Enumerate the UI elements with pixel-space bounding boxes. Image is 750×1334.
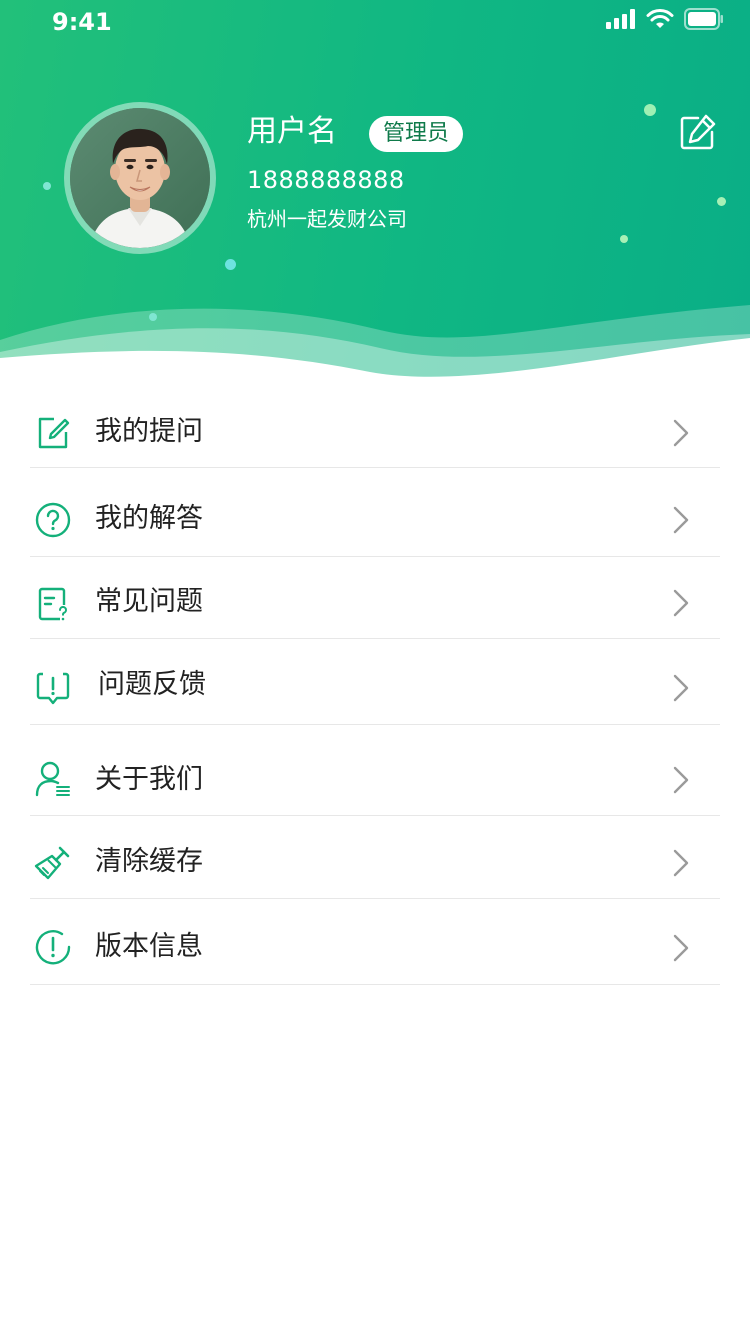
decor-dot bbox=[43, 182, 51, 190]
avatar bbox=[70, 108, 210, 248]
username: 用户名 bbox=[247, 114, 337, 149]
decor-dot bbox=[149, 313, 157, 321]
avatar-portrait bbox=[70, 108, 210, 248]
info-circle-icon bbox=[35, 930, 71, 965]
menu-label: 常见问题 bbox=[95, 586, 203, 617]
decor-dot bbox=[225, 259, 236, 270]
battery-icon bbox=[684, 8, 723, 30]
menu-item-my-answers[interactable]: 我的解答 bbox=[30, 468, 720, 557]
signal-icon bbox=[606, 9, 635, 29]
chevron-right-icon bbox=[673, 419, 689, 447]
menu-label: 问题反馈 bbox=[98, 669, 206, 700]
edit-profile-button[interactable] bbox=[676, 112, 718, 154]
menu-item-faq[interactable]: 常见问题 bbox=[30, 557, 720, 639]
status-bar: 9:41 bbox=[0, 0, 750, 44]
chevron-right-icon bbox=[673, 934, 689, 962]
decor-dot bbox=[717, 197, 726, 206]
status-icons bbox=[606, 8, 724, 30]
menu-label: 我的提问 bbox=[95, 416, 203, 447]
status-time: 9:41 bbox=[52, 8, 112, 36]
menu-item-feedback[interactable]: 问题反馈 bbox=[30, 639, 720, 725]
menu-item-about-us[interactable]: 关于我们 bbox=[30, 725, 720, 816]
question-circle-icon bbox=[35, 502, 71, 538]
chevron-right-icon bbox=[673, 849, 689, 877]
profile-header: 9:41 用户名 管理员 1888888888 杭州一起发财公司 bbox=[0, 0, 750, 380]
chevron-right-icon bbox=[673, 766, 689, 794]
avatar-ring[interactable] bbox=[64, 102, 216, 254]
wifi-icon bbox=[646, 9, 674, 28]
person-list-icon bbox=[35, 761, 70, 797]
chevron-right-icon bbox=[673, 506, 689, 534]
menu-label: 关于我们 bbox=[95, 764, 203, 795]
menu-label: 我的解答 bbox=[95, 503, 203, 534]
broom-icon bbox=[34, 846, 70, 880]
decor-dot bbox=[644, 104, 656, 116]
document-question-icon bbox=[38, 587, 67, 621]
menu-label: 清除缓存 bbox=[95, 846, 203, 877]
menu-item-my-questions[interactable]: 我的提问 bbox=[30, 380, 720, 468]
chevron-right-icon bbox=[673, 589, 689, 617]
role-badge: 管理员 bbox=[369, 116, 464, 152]
menu-item-clear-cache[interactable]: 清除缓存 bbox=[30, 816, 720, 899]
phone-number: 1888888888 bbox=[247, 166, 405, 194]
edit-square-icon bbox=[38, 417, 70, 449]
menu-label: 版本信息 bbox=[95, 931, 203, 962]
decor-dot bbox=[620, 235, 628, 243]
feedback-bubble-icon bbox=[36, 672, 70, 705]
edit-icon bbox=[680, 114, 716, 150]
profile-screen: 9:41 用户名 管理员 1888888888 杭州一起发财公司 我的提问 我的… bbox=[0, 0, 750, 1334]
company-name: 杭州一起发财公司 bbox=[247, 207, 407, 231]
chevron-right-icon bbox=[673, 674, 689, 702]
menu-item-version-info[interactable]: 版本信息 bbox=[30, 899, 720, 985]
